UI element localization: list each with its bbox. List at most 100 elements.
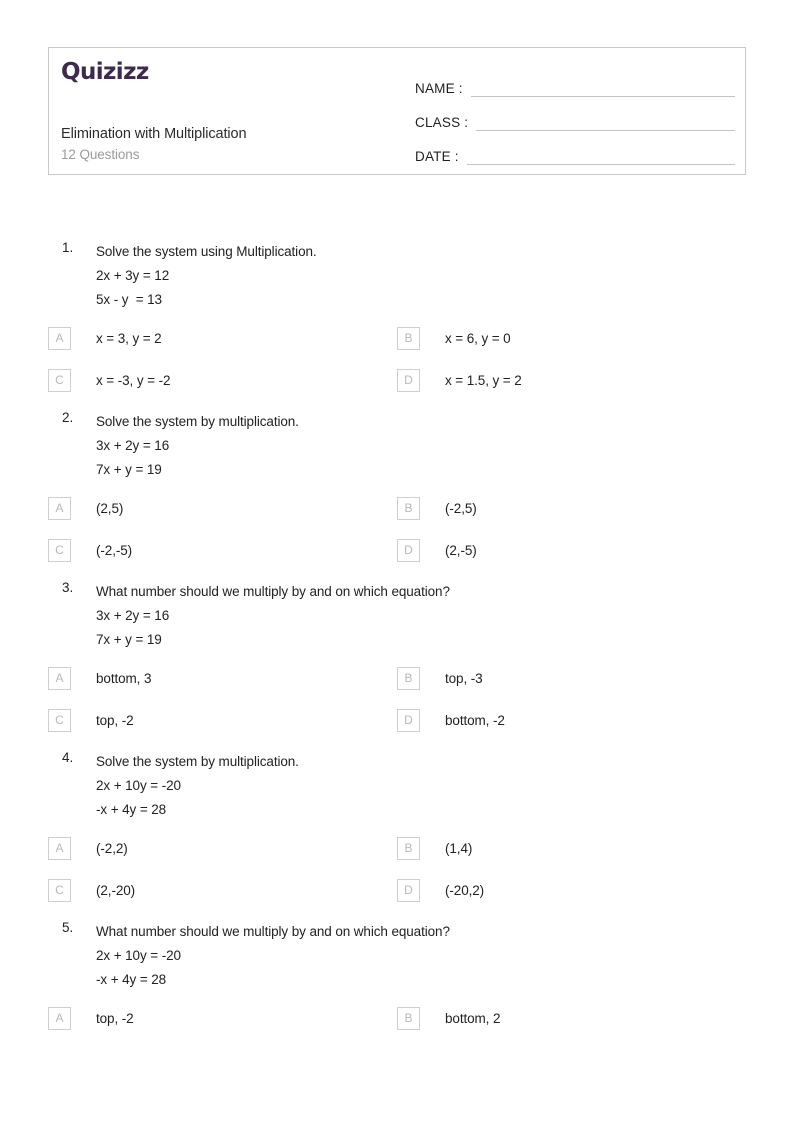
answer-option[interactable]: Btop, -3 xyxy=(397,666,483,690)
class-field-row: CLASS : xyxy=(415,100,735,134)
answer-option[interactable]: Cx = -3, y = -2 xyxy=(48,368,170,392)
answer-option-row: A (2,5) B (-2,5) xyxy=(0,496,794,538)
answer-option[interactable]: Atop, -2 xyxy=(48,1006,134,1030)
answer-option[interactable]: A (-2,2) xyxy=(48,836,128,860)
answer-option-text: top, -2 xyxy=(96,1010,134,1026)
class-input-line[interactable] xyxy=(476,130,735,131)
answer-option-text: x = 6, y = 0 xyxy=(445,330,511,346)
answer-option-text: x = 1.5, y = 2 xyxy=(445,372,522,388)
question-equation: 3x + 2y = 16 xyxy=(96,608,170,623)
answer-options: Abottom, 3 Btop, -3 Ctop, -2 Dbottom, -2 xyxy=(0,666,794,750)
answer-option[interactable]: Abottom, 3 xyxy=(48,666,151,690)
worksheet-page: Quizizz Elimination with Multiplication … xyxy=(0,0,794,1123)
answer-option-text: x = 3, y = 2 xyxy=(96,330,162,346)
answer-option-text: bottom, 3 xyxy=(96,670,152,686)
answer-option[interactable]: Dbottom, -2 xyxy=(397,708,505,732)
answer-option-letter: D xyxy=(397,368,420,392)
answer-option-letter: B xyxy=(397,1006,420,1030)
question-text: Solve the system by multiplication. xyxy=(96,414,299,429)
date-field-row: DATE : xyxy=(415,134,735,168)
answer-option-letter: C xyxy=(48,708,71,732)
question-block: 2. Solve the system by multiplication. 3x … xyxy=(0,410,794,580)
answer-option-text: (1,4) xyxy=(445,840,473,856)
student-info-fields: NAME : CLASS : DATE : xyxy=(415,66,735,168)
question-number: 5. xyxy=(62,920,74,935)
answer-option[interactable]: Bbottom, 2 xyxy=(397,1006,500,1030)
answer-option[interactable]: Dx = 1.5, y = 2 xyxy=(397,368,522,392)
question-block: 3. What number should we multiply by and … xyxy=(0,580,794,750)
answer-option-text: (-2,2) xyxy=(96,840,128,856)
question-equation: -x + 4y = 28 xyxy=(96,972,167,987)
answer-option-letter: D xyxy=(397,708,420,732)
question-equation: 2x + 10y = -20 xyxy=(96,778,181,793)
question-equation: 2x + 3y = 12 xyxy=(96,268,170,283)
answer-option[interactable]: Bx = 6, y = 0 xyxy=(397,326,511,350)
answer-option-row: Abottom, 3 Btop, -3 xyxy=(0,666,794,708)
question-equation: 7x + y = 19 xyxy=(96,462,162,477)
answer-options: A (2,5) B (-2,5) C (-2,-5) D (2,-5) xyxy=(0,496,794,580)
answer-option-text: (2,-5) xyxy=(445,542,477,558)
question-number: 3. xyxy=(62,580,74,595)
quizizz-logo: Quizizz xyxy=(61,59,149,85)
answer-option[interactable]: D (-20,2) xyxy=(397,878,484,902)
name-field-row: NAME : xyxy=(415,66,735,100)
answer-options: A (-2,2) B (1,4) C (2,-20) D (-20,2) xyxy=(0,836,794,920)
answer-option[interactable]: A (2,5) xyxy=(48,496,123,520)
question-body: Solve the system by multiplication. 2x + … xyxy=(96,750,299,822)
answer-option-text: bottom, 2 xyxy=(445,1010,501,1026)
question-header: 2. Solve the system by multiplication. 3x … xyxy=(0,410,794,482)
answer-option-row: C (-2,-5) D (2,-5) xyxy=(0,538,794,580)
question-text: What number should we multiply by and on… xyxy=(96,924,450,939)
question-header: 3. What number should we multiply by and … xyxy=(0,580,794,652)
answer-option-letter: D xyxy=(397,538,420,562)
question-body: What number should we multiply by and on… xyxy=(96,580,450,652)
answer-option-text: (-2,5) xyxy=(445,500,477,516)
answer-option[interactable]: B (-2,5) xyxy=(397,496,477,520)
question-body: Solve the system by multiplication. 3x + … xyxy=(96,410,299,482)
question-text: Solve the system using Multiplication. xyxy=(96,244,317,259)
question-block: 1. Solve the system using Multiplication.… xyxy=(0,240,794,410)
answer-option-letter: B xyxy=(397,326,420,350)
name-field-label: NAME : xyxy=(415,81,463,96)
answer-option-letter: A xyxy=(48,836,71,860)
answer-option-text: bottom, -2 xyxy=(445,712,505,728)
questions-list: 1. Solve the system using Multiplication.… xyxy=(0,240,794,1048)
answer-option-letter: C xyxy=(48,368,71,392)
worksheet-header-card: Quizizz Elimination with Multiplication … xyxy=(48,47,746,175)
class-field-label: CLASS : xyxy=(415,115,469,130)
answer-option-text: (2,5) xyxy=(96,500,124,516)
question-body: What number should we multiply by and on… xyxy=(96,920,450,992)
name-input-line[interactable] xyxy=(470,96,735,97)
answer-option-row: C (2,-20) D (-20,2) xyxy=(0,878,794,920)
date-input-line[interactable] xyxy=(466,164,735,165)
answer-option-letter: B xyxy=(397,496,420,520)
question-equation: 7x + y = 19 xyxy=(96,632,162,647)
answer-option-letter: A xyxy=(48,326,71,350)
answer-option[interactable]: C (-2,-5) xyxy=(48,538,132,562)
answer-option-row: Cx = -3, y = -2 Dx = 1.5, y = 2 xyxy=(0,368,794,410)
answer-option-text: top, -3 xyxy=(445,670,483,686)
question-equation: -x + 4y = 28 xyxy=(96,802,167,817)
answer-option-text: top, -2 xyxy=(96,712,134,728)
answer-option-letter: A xyxy=(48,1006,71,1030)
answer-option-text: (-20,2) xyxy=(445,882,485,898)
answer-option-letter: C xyxy=(48,878,71,902)
question-equation: 2x + 10y = -20 xyxy=(96,948,181,963)
question-equation: 3x + 2y = 16 xyxy=(96,438,170,453)
answer-option[interactable]: B (1,4) xyxy=(397,836,472,860)
answer-option-row: Ctop, -2 Dbottom, -2 xyxy=(0,708,794,750)
question-number: 4. xyxy=(62,750,74,765)
answer-option-letter: C xyxy=(48,538,71,562)
date-field-label: DATE : xyxy=(415,149,459,164)
answer-option-letter: A xyxy=(48,666,71,690)
answer-option[interactable]: D (2,-5) xyxy=(397,538,477,562)
answer-option[interactable]: Ctop, -2 xyxy=(48,708,134,732)
answer-option-row: Ax = 3, y = 2 Bx = 6, y = 0 xyxy=(0,326,794,368)
answer-option[interactable]: Ax = 3, y = 2 xyxy=(48,326,162,350)
answer-option[interactable]: C (2,-20) xyxy=(48,878,135,902)
question-number: 2. xyxy=(62,410,74,425)
answer-option-row: Atop, -2 Bbottom, 2 xyxy=(0,1006,794,1048)
answer-option-text: (2,-20) xyxy=(96,882,136,898)
page-title: Elimination with Multiplication xyxy=(61,126,247,142)
answer-option-text: (-2,-5) xyxy=(96,542,133,558)
